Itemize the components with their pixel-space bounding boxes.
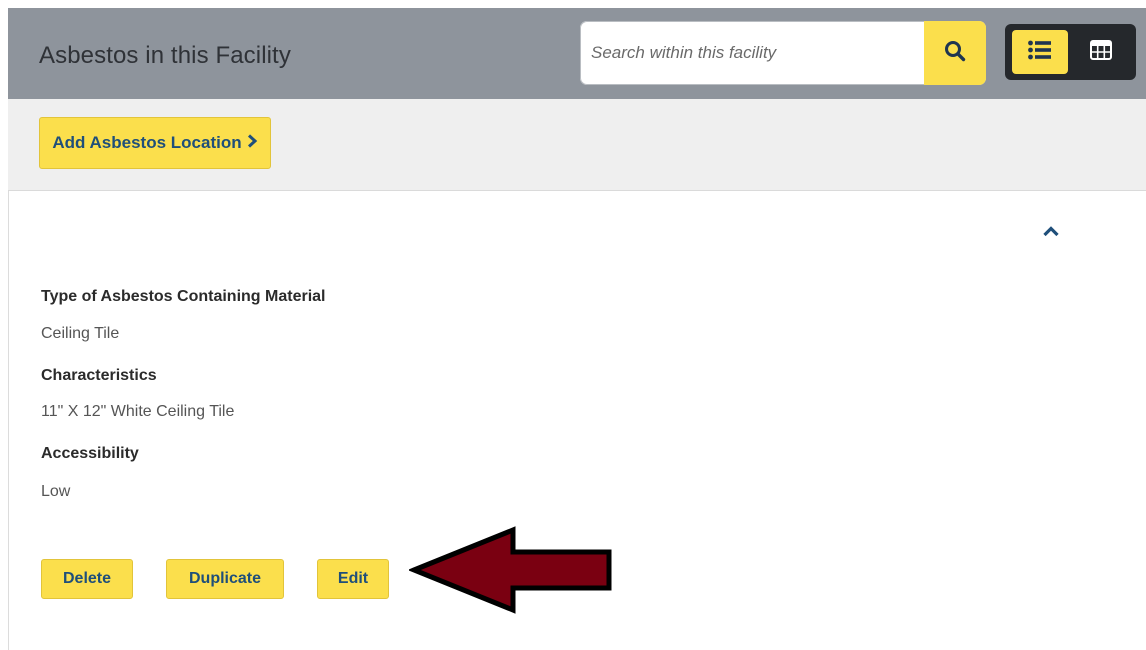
asbestos-record-panel: Type of Asbestos Containing Material Cei…: [8, 191, 1146, 650]
duplicate-button[interactable]: Duplicate: [166, 559, 284, 599]
material-type-label: Type of Asbestos Containing Material: [41, 288, 326, 305]
search-icon: [944, 40, 966, 67]
list-view-button[interactable]: [1012, 30, 1068, 74]
page-header: Asbestos in this Facility: [8, 8, 1146, 99]
collapse-button[interactable]: [1039, 221, 1063, 245]
grid-view-button[interactable]: [1073, 30, 1129, 74]
search-box: [580, 21, 986, 85]
view-toggle: [1005, 24, 1136, 80]
characteristics-label: Characteristics: [41, 367, 157, 384]
grid-icon: [1090, 39, 1112, 65]
add-asbestos-location-button[interactable]: Add Asbestos Location: [39, 117, 271, 169]
accessibility-label: Accessibility: [41, 445, 139, 462]
accessibility-value: Low: [41, 483, 71, 500]
add-asbestos-location-label: Add Asbestos Location: [52, 133, 242, 152]
delete-button[interactable]: Delete: [41, 559, 133, 599]
chevron-right-icon: [246, 133, 258, 153]
search-button[interactable]: [924, 21, 986, 85]
page-title: Asbestos in this Facility: [39, 42, 291, 69]
page: Asbestos in this Facility Search within …: [0, 0, 1146, 650]
list-icon: [1027, 39, 1053, 66]
material-type-value: Ceiling Tile: [41, 325, 120, 342]
chevron-up-icon: [1042, 224, 1060, 242]
action-bar: Add Asbestos Location: [8, 99, 1146, 191]
search-input[interactable]: [591, 35, 923, 71]
characteristics-value: 11" X 12" White Ceiling Tile: [41, 403, 235, 420]
edit-button[interactable]: Edit: [317, 559, 389, 599]
arrow-left-icon: [407, 525, 619, 620]
